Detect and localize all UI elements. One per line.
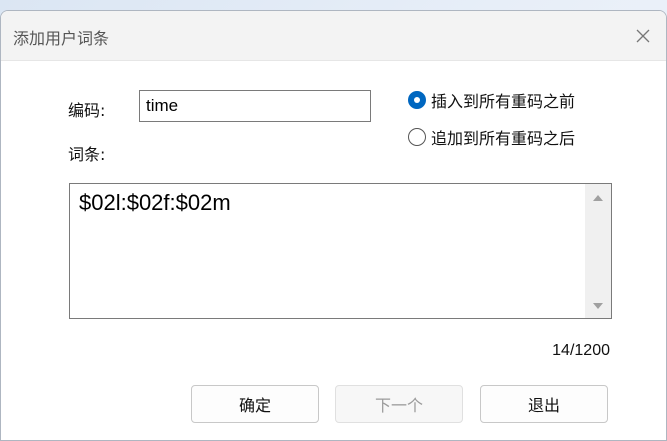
exit-button[interactable]: 退出 [480,385,608,423]
scroll-down-button[interactable] [585,294,611,316]
ok-button[interactable]: 确定 [191,385,319,423]
insert-before-radio[interactable] [408,91,426,109]
scroll-down-icon [592,296,604,315]
append-after-radio[interactable] [408,128,426,146]
dialog-title: 添加用户词条 [13,29,110,48]
scroll-up-button[interactable] [585,186,611,208]
entry-text[interactable]: $02l:$02f:$02m [70,184,585,318]
append-after-label: 追加到所有重码之后 [431,129,576,148]
add-user-entry-dialog: 添加用户词条 编码: 插入到所有重码之前 追加到所有重码之后 词条: $02l:… [0,10,667,441]
char-counter: 14/1200 [552,342,610,359]
code-label: 编码: [68,101,106,120]
title-bar[interactable]: 添加用户词条 [1,11,666,61]
scroll-up-icon [592,188,604,207]
insert-before-label: 插入到所有重码之前 [431,92,576,111]
entry-label: 词条: [68,145,106,164]
next-button[interactable]: 下一个 [335,385,463,423]
textarea-scrollbar[interactable] [585,184,611,318]
code-input[interactable] [139,90,371,122]
close-button[interactable] [620,11,666,61]
entry-textarea[interactable]: $02l:$02f:$02m [69,183,612,319]
close-icon [635,28,651,44]
insert-before-option[interactable]: 插入到所有重码之前 [408,88,575,112]
append-after-option[interactable]: 追加到所有重码之后 [408,125,575,149]
